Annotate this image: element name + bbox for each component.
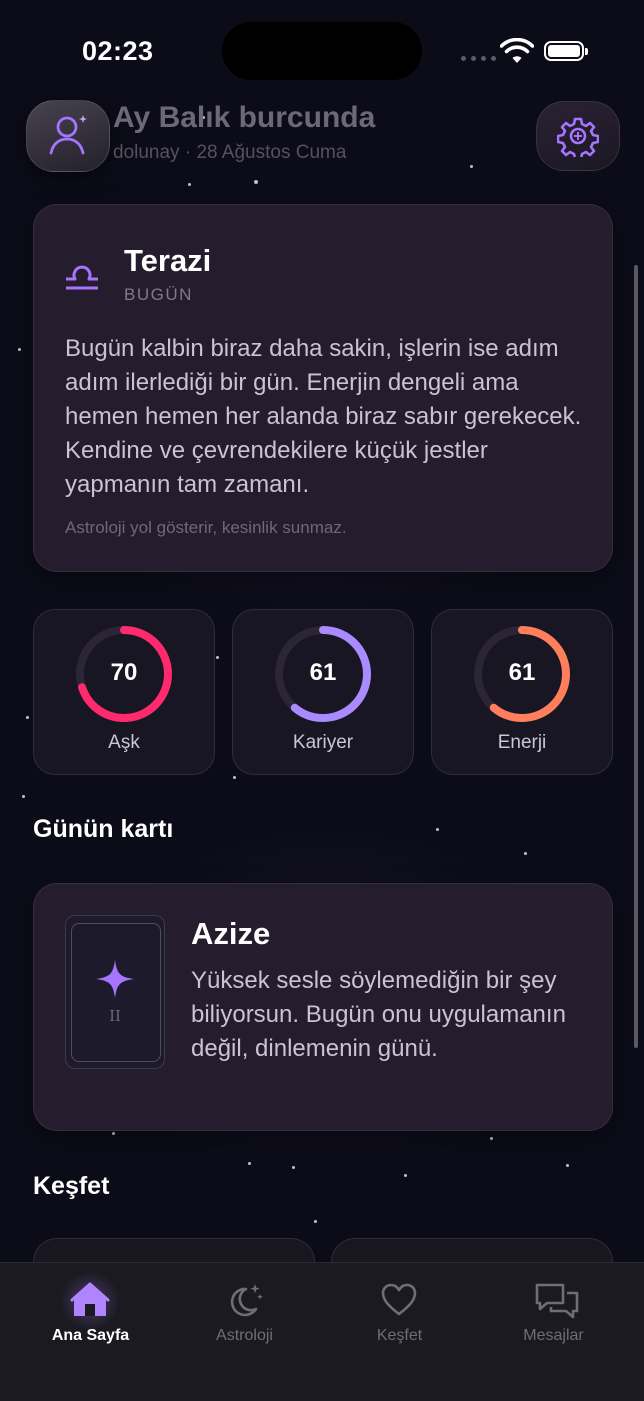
libra-sign-icon: [66, 265, 98, 290]
tab-home-label: Ana Sayfa: [51, 1327, 130, 1344]
period-label: BUGÜN: [124, 285, 193, 304]
tab-home[interactable]: Ana Sayfa: [10, 1263, 171, 1363]
star-dot: [216, 656, 219, 659]
tab-explore-label: Keşfet: [376, 1327, 423, 1344]
star-dot: [254, 180, 258, 184]
home-icon: [70, 1282, 110, 1316]
tab-messages[interactable]: Mesajlar: [473, 1263, 634, 1363]
disclaimer: Astroloji yol gösterir, kesinlik sunmaz.: [65, 518, 347, 537]
star-dot: [490, 1137, 493, 1140]
star-dot: [188, 183, 191, 186]
tarot-numeral: II: [109, 1007, 121, 1025]
battery-icon: [544, 41, 588, 61]
status-time: 02:23: [82, 36, 154, 66]
tab-astrology[interactable]: Astroloji: [164, 1263, 325, 1363]
star-dot: [22, 795, 25, 798]
star-dot: [436, 828, 439, 831]
heart-icon: [381, 1283, 417, 1316]
star-dot: [292, 1166, 295, 1169]
star-dot: [524, 852, 527, 855]
settings-button[interactable]: [536, 101, 620, 171]
tab-messages-label: Mesajlar: [523, 1327, 584, 1344]
star-dot: [566, 1164, 569, 1167]
star-dot: [248, 1162, 251, 1165]
horoscope-text: Bugün kalbin biraz daha sakin, işlerin i…: [65, 335, 582, 498]
daily-card-heading: Günün kartı: [33, 815, 174, 843]
gear-icon: [557, 117, 599, 157]
cellular-signal-icon: [461, 56, 496, 61]
energy-score-value: 61: [508, 659, 536, 686]
chat-bubbles-icon: [535, 1283, 579, 1319]
star-dot: [314, 1220, 317, 1223]
tarot-card-name: Azize: [191, 916, 271, 951]
career-score-value: 61: [309, 659, 337, 686]
score-card-career[interactable]: 61 Kariyer: [232, 609, 414, 775]
star-dot: [112, 1132, 115, 1135]
star-dot: [233, 776, 236, 779]
star-dot: [404, 1174, 407, 1177]
star-dot: [26, 716, 29, 719]
love-score-value: 70: [110, 659, 138, 686]
tab-bar: Ana Sayfa Astroloji Keşfet Mesajlar: [0, 1262, 644, 1401]
energy-score-label: Enerji: [497, 732, 547, 753]
header-subtitle: dolunay · 28 Ağustos Cuma: [113, 142, 347, 163]
daily-horoscope-card[interactable]: Terazi BUGÜN Bugün kalbin biraz daha sak…: [33, 204, 613, 572]
moon-stars-icon: [230, 1284, 263, 1317]
status-bar: 02:23: [0, 0, 644, 100]
explore-heading: Keşfet: [33, 1172, 110, 1200]
daily-tarot-card[interactable]: II Azize Yüksek sesle söylemediğin bir ş…: [33, 883, 613, 1131]
star-dot: [470, 165, 473, 168]
love-score-label: Aşk: [108, 732, 140, 753]
star-dot: [18, 348, 21, 351]
tarot-card-text: Yüksek sesle söylemediğin bir şey biliyo…: [191, 967, 566, 1062]
tab-astrology-label: Astroloji: [216, 1327, 273, 1344]
score-card-energy[interactable]: 61 Enerji: [431, 609, 613, 775]
tarot-card-image: II: [65, 915, 165, 1069]
sparkle-icon: [96, 960, 134, 998]
header-title: Ay Balık burcunda: [113, 101, 376, 134]
profile-button[interactable]: [26, 100, 110, 172]
career-score-label: Kariyer: [292, 732, 354, 753]
wifi-icon: [500, 38, 534, 63]
tab-explore[interactable]: Keşfet: [319, 1263, 480, 1363]
dynamic-island: [222, 22, 422, 80]
sign-name: Terazi: [124, 243, 212, 278]
scrollbar[interactable]: [634, 265, 638, 1048]
score-card-love[interactable]: 70 Aşk: [33, 609, 215, 775]
user-icon: [49, 115, 87, 155]
